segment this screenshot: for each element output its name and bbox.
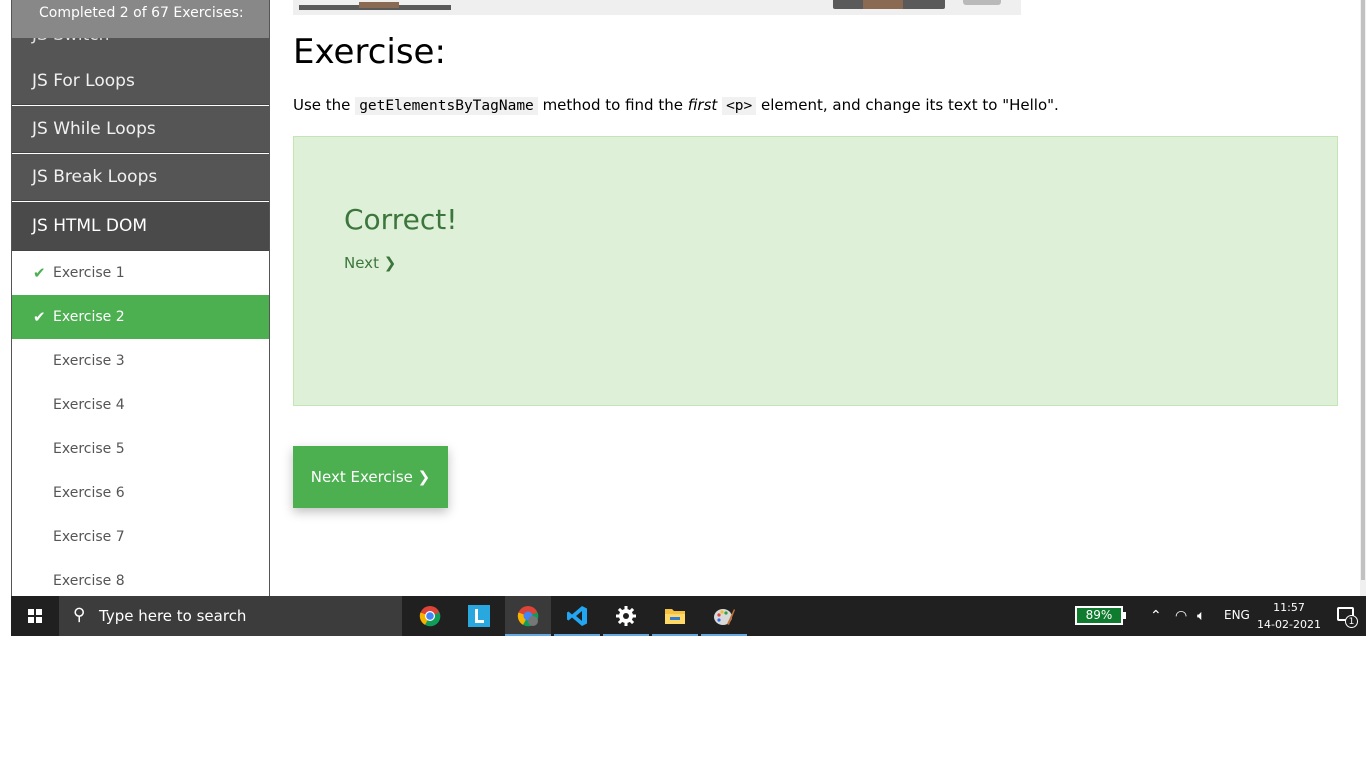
clock[interactable]: 11:57 14-02-2021 [1253,599,1325,633]
sidebar-item-html-dom[interactable]: JS HTML DOM [12,202,269,251]
windows-logo-icon [28,609,42,623]
l-app-taskbar-icon[interactable] [456,596,502,636]
thumbnail-image [833,0,945,9]
chrome-profile-icon [517,606,539,627]
page-scrollbar[interactable] [1360,0,1366,596]
result-title: Correct! [344,203,458,236]
instruction-text: method to find the [537,96,688,114]
sidebar-item-while-loops[interactable]: JS While Loops [12,106,269,153]
volume-icon[interactable]: 🔈︎ [1197,607,1205,625]
settings-taskbar-icon[interactable] [603,596,649,636]
code-tag: <p> [722,97,757,115]
windows-taskbar: ⚲ Type here to search 89% ⌃ ◠ 🔈︎ ENG 11:… [11,596,1366,636]
search-placeholder: Type here to search [99,607,247,625]
exercise-3-item[interactable]: Exercise 3 [12,339,269,383]
strip-button[interactable] [963,0,1001,5]
exercise-2-item[interactable]: ✔ Exercise 2 [12,295,269,339]
folder-icon [665,609,685,624]
instruction-emphasis: first [687,96,718,114]
search-icon: ⚲ [73,605,86,625]
next-exercise-button[interactable]: Next Exercise ❯ [293,446,448,508]
check-icon: ✔ [33,264,46,282]
notification-badge: 1 [1345,615,1358,628]
wifi-icon[interactable]: ◠ [1175,607,1187,625]
start-button[interactable] [11,596,59,636]
sidebar-item-break-loops[interactable]: JS Break Loops [12,154,269,201]
palette-icon [714,609,735,625]
clock-time: 11:57 [1273,601,1305,614]
exercise-label: Exercise 2 [53,309,125,325]
result-panel: Correct! Next ❯ [293,136,1338,406]
next-link[interactable]: Next ❯ [344,254,396,272]
chrome-profile-taskbar-icon[interactable] [505,596,551,636]
instruction-text: element, and change its text to "Hello". [756,96,1059,114]
thumbnail-image [299,2,451,10]
code-method: getElementsByTagName [355,97,538,115]
page-title: Exercise: [293,32,446,72]
exercise-6-item[interactable]: Exercise 6 [12,471,269,515]
scrollbar-thumb[interactable] [1361,0,1365,580]
exercise-label: Exercise 1 [53,265,125,281]
exercise-5-item[interactable]: Exercise 5 [12,427,269,471]
language-indicator[interactable]: ENG [1224,608,1250,622]
sidebar-item-for-loops[interactable]: JS For Loops [12,58,269,105]
paint-taskbar-icon[interactable] [701,596,747,636]
taskbar-search-box[interactable]: ⚲ Type here to search [59,596,402,636]
clock-date: 14-02-2021 [1257,618,1321,631]
vscode-taskbar-icon[interactable] [554,596,600,636]
chrome-icon [419,606,441,627]
exercise-8-item[interactable]: Exercise 8 [12,559,269,596]
exercise-7-item[interactable]: Exercise 7 [12,515,269,559]
l-app-icon [468,605,490,627]
check-icon: ✔ [33,308,46,326]
exercise-1-item[interactable]: ✔ Exercise 1 [12,251,269,295]
vscode-icon [567,606,587,626]
chrome-taskbar-icon[interactable] [407,596,453,636]
exercise-sidebar: Completed 2 of 67 Exercises: JS Switch J… [11,0,270,596]
progress-banner: Completed 2 of 67 Exercises: [12,0,269,38]
battery-indicator[interactable]: 89% [1075,606,1126,625]
exercise-4-item[interactable]: Exercise 4 [12,383,269,427]
exercise-instructions: Use the getElementsByTagName method to f… [293,96,1059,115]
instruction-text: Use the [293,96,356,114]
video-thumbnail-strip [293,0,1021,15]
gear-icon [616,606,636,626]
chevron-up-icon[interactable]: ⌃ [1150,607,1162,625]
file-explorer-taskbar-icon[interactable] [652,596,698,636]
